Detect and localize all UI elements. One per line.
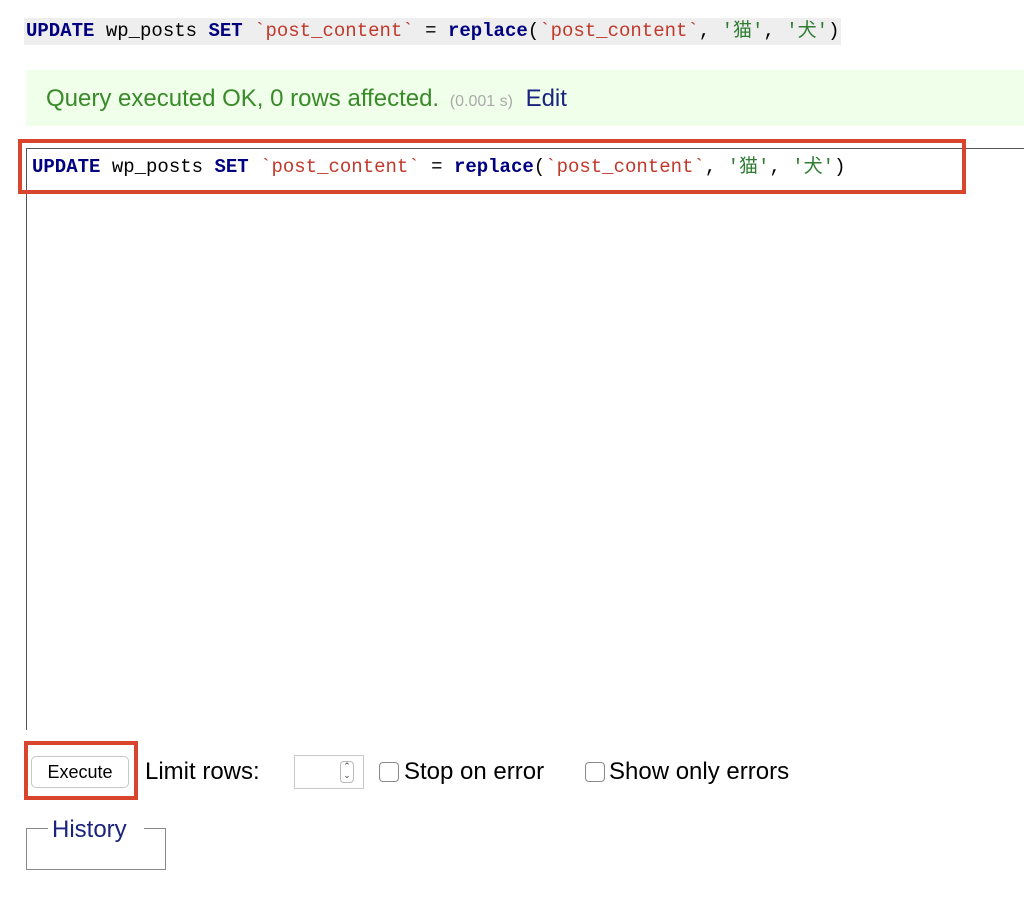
sql-table-name: wp_posts (105, 20, 198, 42)
stop-on-error-label[interactable]: Stop on error (404, 758, 544, 786)
sql-arg-column: `post_content` (539, 20, 699, 42)
sql-function-replace: replace (447, 20, 528, 42)
success-message: Query executed OK, 0 rows affected. (0.0… (26, 70, 1024, 126)
success-message-text: Query executed OK, 0 rows affected. (46, 85, 440, 112)
sql-open-paren: ( (527, 20, 540, 42)
stop-on-error-checkbox[interactable] (379, 762, 399, 782)
show-only-errors-checkbox[interactable] (585, 762, 605, 782)
sql-column: `post_content` (254, 20, 414, 42)
show-only-errors-label[interactable]: Show only errors (609, 758, 789, 786)
limit-rows-stepper[interactable]: ⌃ ⌄ (340, 761, 354, 783)
success-message-content: Query executed OK, 0 rows affected. (0.0… (46, 85, 567, 113)
sql-editor[interactable] (26, 148, 1024, 730)
sql-arg-find: '猫' (721, 20, 764, 42)
sql-keyword-update: UPDATE (26, 20, 95, 42)
sql-comma: , (698, 20, 711, 42)
history-border (26, 828, 48, 829)
sql-equals: = (425, 20, 437, 42)
chevron-down-icon[interactable]: ⌄ (343, 770, 351, 780)
sql-close-paren: ) (828, 20, 840, 42)
history-toggle[interactable]: History (51, 816, 128, 844)
history-border (144, 828, 166, 829)
sql-arg-replace: '犬' (786, 20, 829, 42)
sql-keyword-set: SET (208, 20, 243, 42)
sql-highlight-box (18, 139, 966, 194)
executed-query: UPDATE wp_posts SET `post_content` = rep… (24, 18, 842, 45)
sql-comma: , (763, 20, 775, 42)
query-time: (0.001 s) (449, 93, 513, 110)
execute-button[interactable]: Execute (31, 756, 129, 788)
edit-query-link[interactable]: Edit (526, 85, 567, 112)
limit-rows-label: Limit rows: (145, 758, 260, 785)
